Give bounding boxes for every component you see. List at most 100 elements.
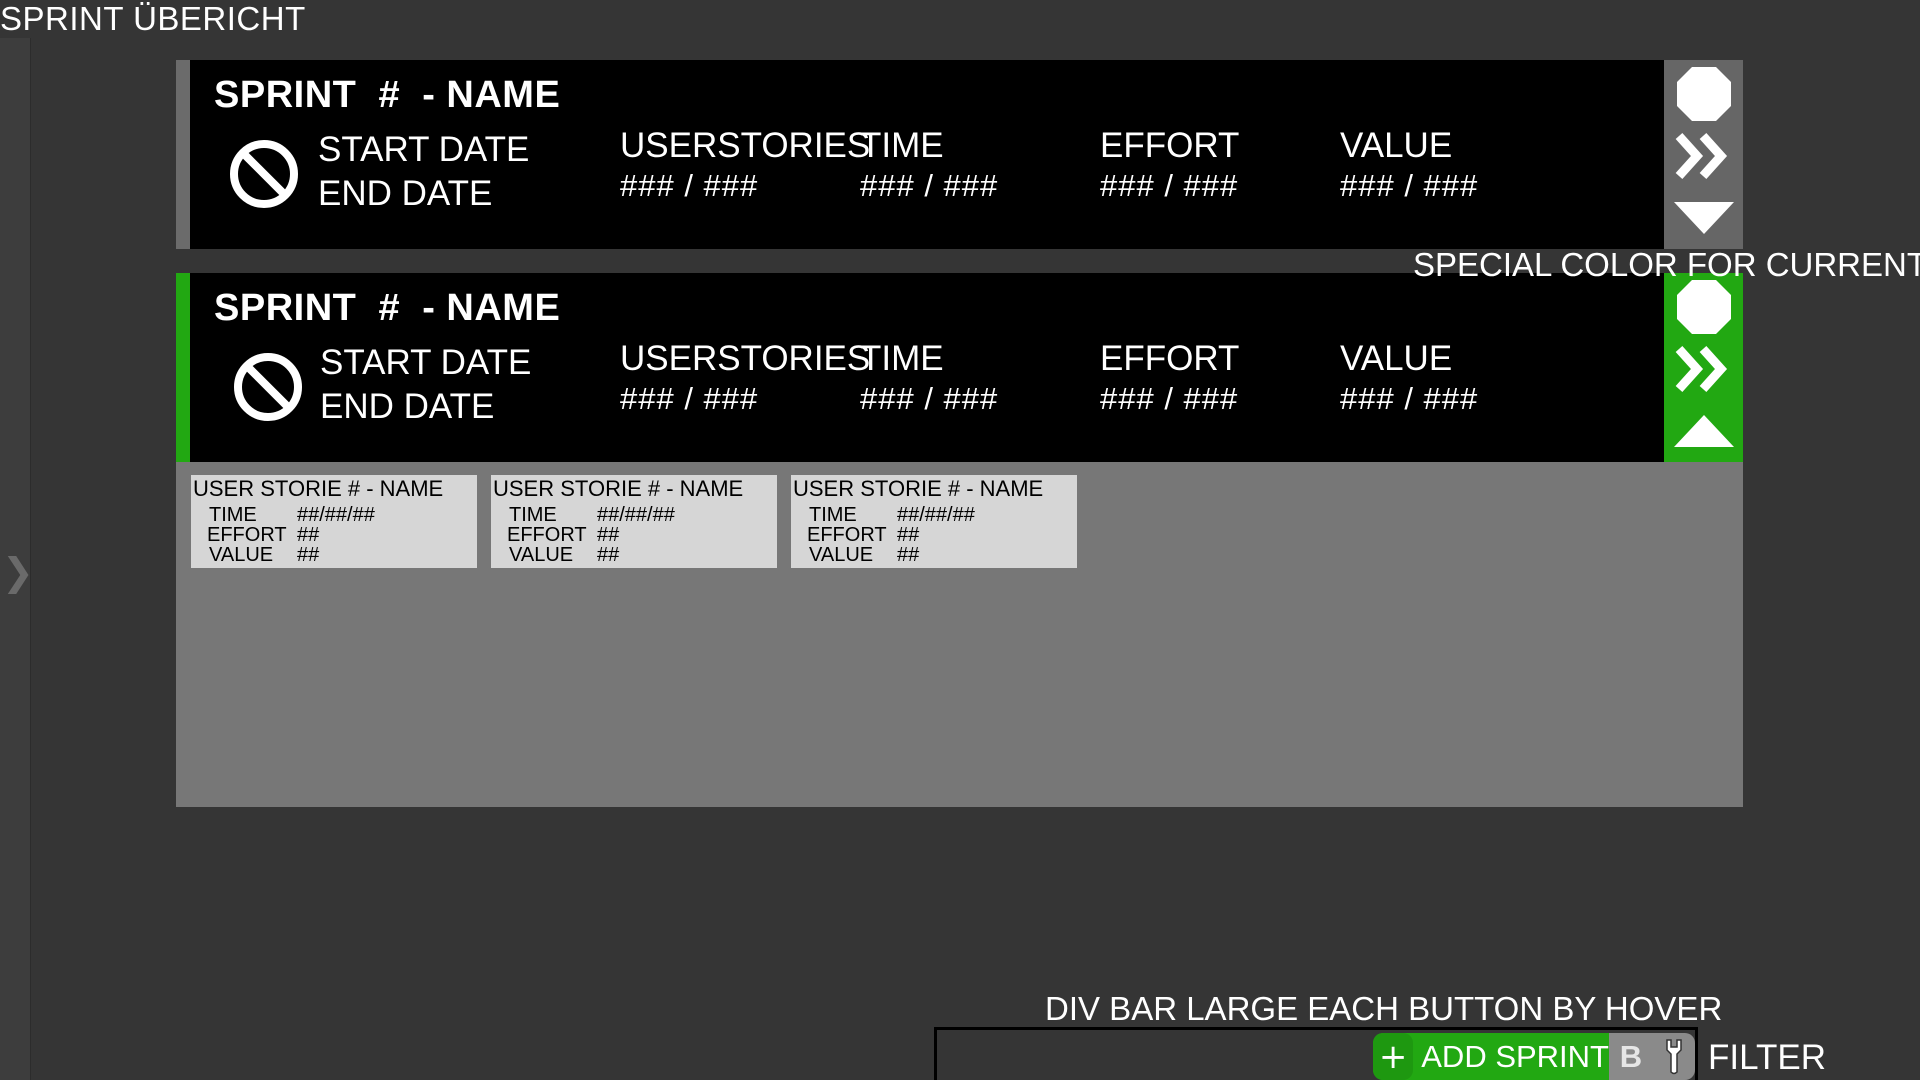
user-story-value-row: VALUE ## [209,545,319,565]
metric-time: TIME ### / ### [860,339,1084,507]
metric-userstories: USERSTORIES ### / ### [620,339,871,507]
field-label: TIME [809,504,857,526]
chevron-right-icon[interactable]: ❯ [2,550,34,594]
sprint-dates: START DATE END DATE [318,128,529,216]
metric-time: TIME ### / ### [860,126,1084,294]
filter-label[interactable]: FILTER [1708,1038,1826,1078]
sprint-action-column [1664,273,1743,462]
metric-value: ### / ### [620,381,759,416]
field-label: VALUE [509,544,574,566]
user-story-title: USER STORIE # - NAME [193,476,444,501]
page-title: SPRINT ÜBERICHT [0,0,306,37]
plus-icon: + [1373,1033,1414,1080]
no-entry-icon [234,353,302,421]
field-value: ## [297,524,320,546]
collapse-up-icon [1673,415,1734,447]
metric-label: USERSTORIES [620,339,871,378]
metric-value: ### / ### [860,168,999,203]
annotation-current-color: SPECIAL COLOR FOR CURRENT [1413,246,1920,283]
user-story-title: USER STORIE # - NAME [493,476,744,501]
fast-forward-button[interactable] [1664,126,1743,186]
add-sprint-label: ADD SPRINT [1421,1038,1609,1074]
field-value: ## [597,544,620,566]
end-date: END DATE [320,387,495,426]
stop-octagon-icon [1676,67,1731,121]
field-value: ##/##/## [297,504,375,526]
sprint-title: SPRINT # - NAME [214,74,561,116]
field-label: VALUE [809,544,874,566]
metric-value-points: VALUE ### / ### [1340,339,1564,507]
user-story-time-row: TIME ##/##/## [209,505,375,525]
fast-forward-icon [1675,132,1727,180]
no-entry-icon [230,140,298,208]
user-story-time-row: TIME ##/##/## [509,505,675,525]
user-story-effort-row: EFFORT ## [207,525,319,545]
user-story-card[interactable]: USER STORIE # - NAME TIME ##/##/## EFFORT… [191,475,477,568]
sprint-card[interactable]: SPRINT # - NAME START DATE END DATE USER… [176,60,1743,294]
metric-label: USERSTORIES [620,126,871,165]
end-date: END DATE [318,174,493,213]
metric-label: VALUE [1340,339,1453,378]
metric-value: ### / ### [1340,168,1479,203]
metric-userstories: USERSTORIES ### / ### [620,126,871,294]
field-value: ## [897,524,920,546]
sprint-dates: START DATE END DATE [320,341,531,429]
metric-label: VALUE [1340,126,1453,165]
sprint-action-column [1664,60,1743,249]
wrench-icon [1666,1038,1682,1074]
stop-button[interactable] [1664,64,1743,124]
left-rail[interactable]: ❯ [0,38,34,1080]
stop-octagon-icon [1676,280,1731,334]
metric-value: ### / ### [860,381,999,416]
sprint-title: SPRINT # - NAME [214,287,561,329]
metric-value-points: VALUE ### / ### [1340,126,1564,294]
field-label: EFFORT [207,524,287,546]
metric-label: TIME [860,339,944,378]
user-story-value-row: VALUE ## [509,545,619,565]
field-value: ##/##/## [897,504,975,526]
expand-down-icon [1673,202,1734,234]
collapse-button[interactable] [1664,401,1743,461]
expand-button[interactable] [1664,188,1743,248]
start-date: START DATE [320,343,532,382]
user-story-card[interactable]: USER STORIE # - NAME TIME ##/##/## EFFORT… [491,475,777,568]
metric-label: TIME [860,126,944,165]
field-value: ##/##/## [597,504,675,526]
metric-label: EFFORT [1100,339,1240,378]
metric-effort: EFFORT ### / ### [1100,339,1324,507]
tool-button[interactable] [1653,1033,1695,1080]
metric-value: ### / ### [1100,168,1239,203]
field-value: ## [897,544,920,566]
user-stories-panel: USER STORIE # - NAME TIME ##/##/## EFFORT… [176,462,1743,807]
metric-label: EFFORT [1100,126,1240,165]
fast-forward-button[interactable] [1664,339,1743,399]
user-story-card[interactable]: USER STORIE # - NAME TIME ##/##/## EFFORT… [791,475,1077,568]
add-sprint-button[interactable]: + ADD SPRINT [1373,1033,1609,1080]
field-label: EFFORT [507,524,587,546]
start-date: START DATE [318,130,530,169]
toolbar-empty-area [937,1030,1373,1080]
sprint-status-accent [176,273,190,462]
user-story-title: USER STORIE # - NAME [793,476,1044,501]
bottom-toolbar: + ADD SPRINT B [934,1027,1698,1080]
user-story-value-row: VALUE ## [809,545,919,565]
metric-value: ### / ### [1340,381,1479,416]
field-value: ## [597,524,620,546]
b-button[interactable]: B [1609,1033,1653,1080]
fast-forward-icon [1675,345,1727,393]
user-story-time-row: TIME ##/##/## [809,505,975,525]
field-label: EFFORT [807,524,887,546]
user-story-effort-row: EFFORT ## [507,525,619,545]
metric-effort: EFFORT ### / ### [1100,126,1324,294]
field-label: TIME [509,504,557,526]
user-story-effort-row: EFFORT ## [807,525,919,545]
field-label: TIME [209,504,257,526]
field-value: ## [297,544,320,566]
metric-value: ### / ### [1100,381,1239,416]
sprint-status-accent [176,60,190,249]
stop-button[interactable] [1664,277,1743,337]
sprint-card-current[interactable]: SPRINT # - NAME START DATE END DATE USER… [176,273,1743,507]
annotation-div-bar: DIV BAR LARGE EACH BUTTON BY HOVER [1045,990,1723,1027]
field-label: VALUE [209,544,274,566]
metric-value: ### / ### [620,168,759,203]
